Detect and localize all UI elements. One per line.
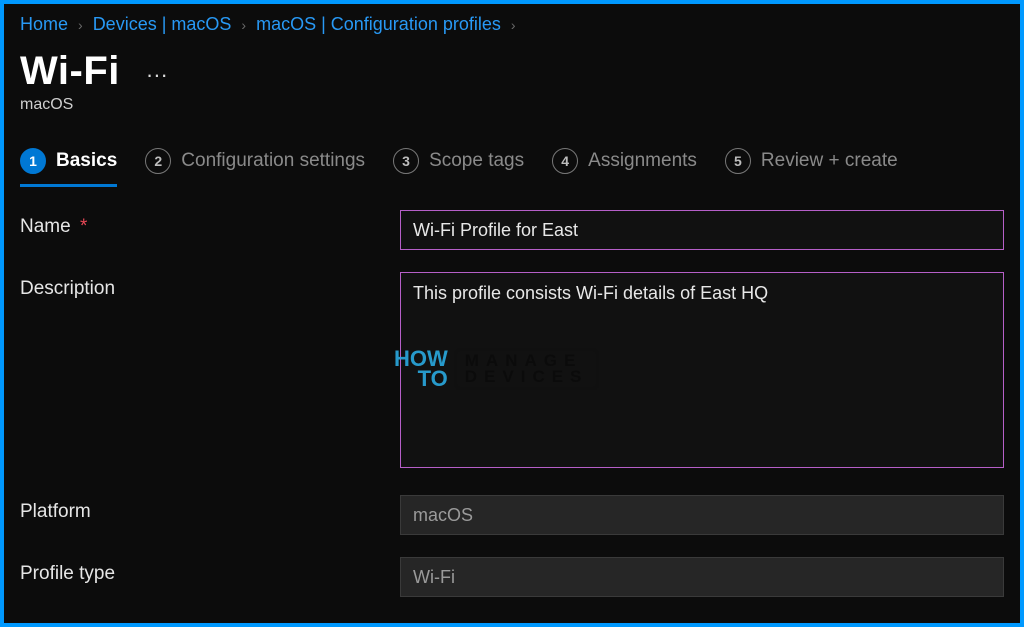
chevron-right-icon: › <box>78 17 83 33</box>
step-label: Basics <box>56 150 117 172</box>
chevron-right-icon: › <box>241 17 246 33</box>
required-indicator-icon: * <box>80 216 87 237</box>
step-number-icon: 1 <box>20 148 46 174</box>
step-label: Assignments <box>588 150 697 172</box>
breadcrumb: Home › Devices | macOS › macOS | Configu… <box>20 10 1004 45</box>
step-label: Scope tags <box>429 150 524 172</box>
more-actions-button[interactable]: ··· <box>140 60 174 90</box>
step-label: Configuration settings <box>181 150 365 172</box>
description-input[interactable] <box>400 272 1004 468</box>
step-number-icon: 2 <box>145 148 171 174</box>
page-subtitle: macOS <box>20 96 1004 114</box>
platform-label: Platform <box>20 495 400 523</box>
step-number-icon: 4 <box>552 148 578 174</box>
step-number-icon: 5 <box>725 148 751 174</box>
chevron-right-icon: › <box>511 17 516 33</box>
step-assignments[interactable]: 4 Assignments <box>552 148 697 184</box>
breadcrumb-devices[interactable]: Devices | macOS <box>93 14 232 35</box>
wizard-stepper: 1 Basics 2 Configuration settings 3 Scop… <box>20 148 1004 184</box>
step-review-create[interactable]: 5 Review + create <box>725 148 898 184</box>
step-label: Review + create <box>761 150 898 172</box>
description-label: Description <box>20 272 400 300</box>
breadcrumb-home[interactable]: Home <box>20 14 68 35</box>
step-basics[interactable]: 1 Basics <box>20 148 117 187</box>
profile-type-field <box>400 557 1004 597</box>
step-scope-tags[interactable]: 3 Scope tags <box>393 148 524 184</box>
step-number-icon: 3 <box>393 148 419 174</box>
name-input[interactable] <box>400 210 1004 250</box>
name-label-text: Name <box>20 216 71 237</box>
breadcrumb-config-profiles[interactable]: macOS | Configuration profiles <box>256 14 501 35</box>
step-configuration-settings[interactable]: 2 Configuration settings <box>145 148 365 184</box>
platform-field <box>400 495 1004 535</box>
page-title: Wi-Fi <box>20 49 120 94</box>
profile-type-label: Profile type <box>20 557 400 585</box>
name-label: Name * <box>20 210 400 238</box>
